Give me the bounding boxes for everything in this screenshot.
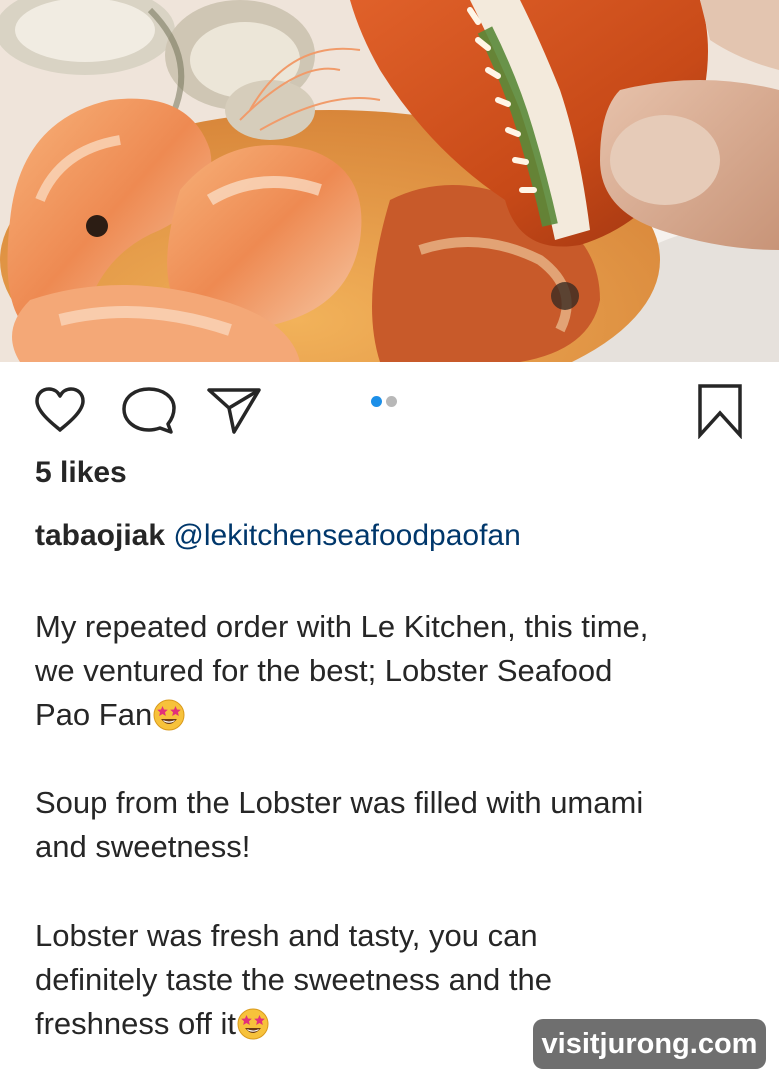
post-photo — [0, 0, 779, 362]
seafood-pao-fan-photo — [0, 0, 779, 362]
heart-icon[interactable] — [33, 386, 87, 434]
carousel-indicator — [371, 396, 397, 408]
comment-bubble-icon[interactable] — [120, 386, 176, 436]
author-username[interactable]: tabaojiak — [35, 519, 165, 552]
caption-line: Soup from the Lobster was filled with um… — [35, 785, 644, 820]
bookmark-icon[interactable] — [696, 383, 744, 439]
paper-plane-icon[interactable] — [206, 386, 262, 436]
caption-line: My repeated order with Le Kitchen, this … — [35, 609, 649, 644]
star-struck-emoji-icon — [237, 1008, 269, 1040]
caption-text: Pao Fan — [35, 697, 153, 732]
caption-line: Lobster was fresh and tasty, you can — [35, 918, 538, 953]
watermark: visitjurong.com — [533, 1019, 766, 1069]
caption-paragraph: Soup from the Lobster was filled with um… — [35, 781, 755, 869]
caption-line: definitely taste the sweetness and the — [35, 962, 552, 997]
likes-count[interactable]: 5 likes — [35, 456, 127, 490]
caption-line: we ventured for the best; Lobster Seafoo… — [35, 653, 613, 688]
caption-line: and sweetness! — [35, 829, 251, 864]
caption-header: tabaojiak @lekitchenseafoodpaofan — [35, 519, 521, 553]
carousel-dot[interactable] — [386, 396, 397, 407]
caption-text: freshness off it — [35, 1006, 237, 1041]
star-struck-emoji-icon — [153, 699, 185, 731]
caption-line: Pao Fan — [35, 693, 755, 737]
caption-paragraph: My repeated order with Le Kitchen, this … — [35, 605, 755, 737]
post-action-bar — [0, 362, 779, 452]
carousel-dot-active[interactable] — [371, 396, 382, 407]
mention-link[interactable]: @lekitchenseafoodpaofan — [173, 519, 520, 552]
